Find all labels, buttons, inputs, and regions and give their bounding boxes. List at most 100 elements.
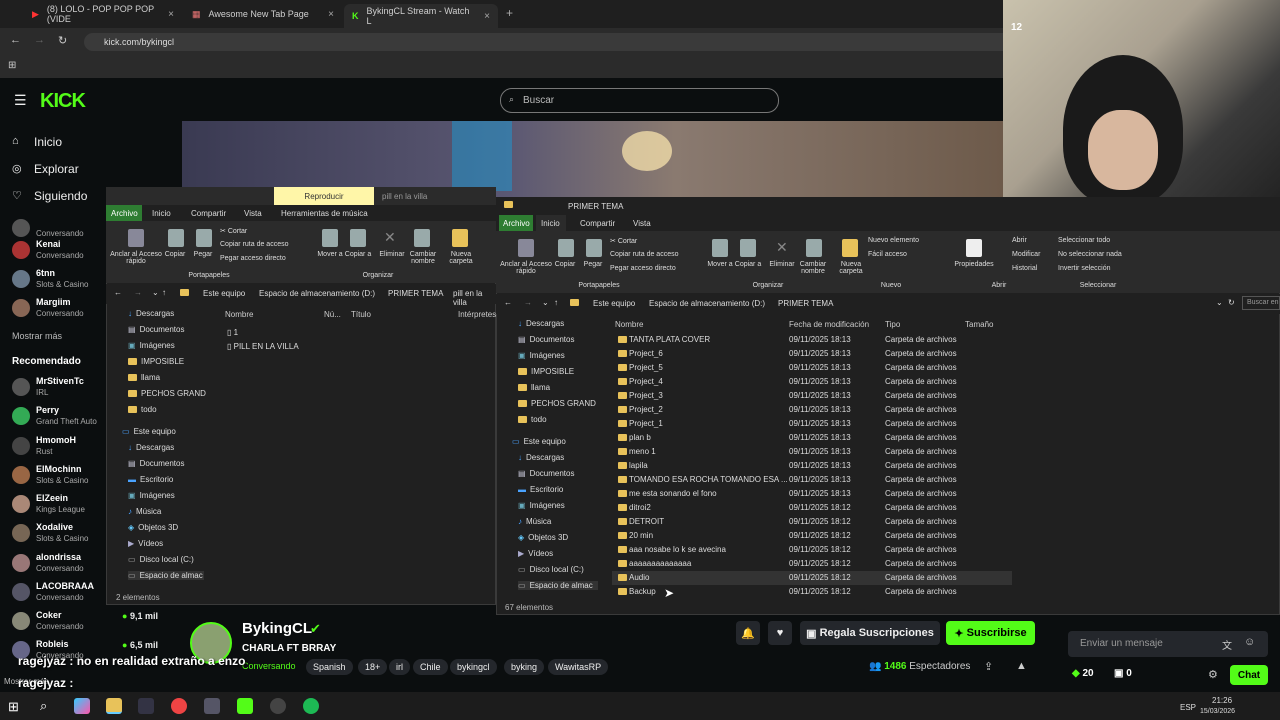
nav-item[interactable]: ▤ Documentos <box>128 325 184 334</box>
new-folder-icon[interactable] <box>842 239 858 257</box>
refresh-icon[interactable]: ↻ <box>1228 298 1235 307</box>
nav-item[interactable]: todo <box>128 405 157 414</box>
nav-item[interactable]: ▣ Imágenes <box>518 501 565 510</box>
copy-icon[interactable] <box>168 229 184 247</box>
forward-icon[interactable]: → <box>34 34 45 46</box>
browser-tab[interactable]: ▶ (8) LOLO - POP POP POP (VIDE × <box>24 4 182 24</box>
column-header[interactable]: Título <box>351 310 371 319</box>
paste-icon[interactable] <box>586 239 602 257</box>
forward-icon[interactable]: → <box>134 288 142 297</box>
open-button[interactable]: Abrir <box>1012 237 1027 244</box>
copy-button[interactable]: Copiar <box>162 251 188 258</box>
breadcrumb-item[interactable]: Este equipo <box>203 289 245 298</box>
report-icon[interactable]: ▲ <box>1016 660 1027 672</box>
copy-to-button[interactable]: Copiar a <box>734 261 762 268</box>
obs-icon[interactable] <box>270 698 286 714</box>
apps-icon[interactable]: ⊞ <box>8 60 16 71</box>
forward-icon[interactable]: → <box>524 298 532 307</box>
file-explorer-icon[interactable] <box>106 698 122 714</box>
points-counter[interactable]: ◆ 20 <box>1072 668 1094 679</box>
file-row[interactable]: Audio 09/11/2025 18:12 Carpeta de archivos <box>612 571 1012 585</box>
select-none-button[interactable]: No seleccionar nada <box>1058 251 1122 258</box>
tab-vista[interactable]: Vista <box>244 205 262 218</box>
nav-item-selected[interactable]: ▭ Espacio de almac <box>518 581 598 590</box>
nav-item[interactable]: ▣ Imágenes <box>128 341 175 350</box>
nav-item[interactable]: ↓ Descargas <box>518 319 564 328</box>
nav-item[interactable]: PECHOS GRAND <box>518 399 596 408</box>
nav-item[interactable]: ◈ Objetos 3D <box>128 523 178 532</box>
copy-button[interactable]: Copiar <box>552 261 578 268</box>
file-row[interactable]: meno 1 09/11/2025 18:13 Carpeta de archivo… <box>612 445 1012 459</box>
copy-path-button[interactable]: Copiar ruta de acceso <box>220 241 288 248</box>
calculator-icon[interactable] <box>138 698 154 714</box>
properties-button[interactable]: Propiedades <box>952 261 996 268</box>
tag[interactable]: WawitasRP <box>548 659 609 675</box>
nav-item[interactable]: ▤ Documentos <box>128 459 184 468</box>
new-folder-button[interactable]: Nueva carpeta <box>836 261 866 275</box>
language-indicator[interactable]: ESP <box>1180 703 1196 712</box>
reload-icon[interactable]: ↻ <box>58 34 67 47</box>
nav-item[interactable]: ▭ Disco local (C:) <box>128 555 194 564</box>
modify-button[interactable]: Modificar <box>1012 251 1040 258</box>
file-row[interactable]: ditroi2 09/11/2025 18:12 Carpeta de archiv… <box>612 501 1012 515</box>
windows-start-icon[interactable]: ⊞ <box>8 699 19 715</box>
file-row[interactable]: TOMANDO ESA ROCHA TOMANDO ESA ... 09/11/2… <box>612 473 1012 487</box>
file-row[interactable]: Project_4 09/11/2025 18:13 Carpeta de arch… <box>612 375 1012 389</box>
cut-button[interactable]: ✂ Cortar <box>220 227 247 235</box>
new-folder-icon[interactable] <box>452 229 468 247</box>
back-icon[interactable]: ← <box>114 288 122 297</box>
tag[interactable]: bykingcl <box>450 659 497 675</box>
show-more-link[interactable]: Mostrar más <box>12 331 62 341</box>
move-button[interactable]: Mover a <box>706 261 734 268</box>
paste-button[interactable]: Pegar <box>190 251 216 258</box>
column-header[interactable]: Fecha de modificación <box>789 320 869 329</box>
file-row[interactable]: Project_5 09/11/2025 18:13 Carpeta de arch… <box>612 361 1012 375</box>
nav-item[interactable]: PECHOS GRAND <box>128 389 206 398</box>
nav-item[interactable]: llama <box>518 383 550 392</box>
nav-item[interactable]: ↓ Descargas <box>128 309 174 318</box>
nav-item[interactable]: ▭ Este equipo <box>122 427 176 436</box>
tag[interactable]: 18+ <box>358 659 388 675</box>
stream-category[interactable]: Conversando <box>242 661 296 671</box>
chevron-down-icon[interactable]: ⌄ <box>1216 298 1223 307</box>
nav-explorar[interactable]: ◎ Explorar <box>12 162 102 176</box>
file-row[interactable]: 20 min 09/11/2025 18:12 Carpeta de archivo… <box>612 529 1012 543</box>
pin-button[interactable]: Anclar al Acceso rápido <box>108 251 164 265</box>
nav-item[interactable]: ▣ Imágenes <box>518 351 565 360</box>
gifts-counter[interactable]: ▣ 0 <box>1114 668 1132 679</box>
file-row[interactable]: aaa nosabe lo k se avecina 09/11/2025 18:… <box>612 543 1012 557</box>
move-button[interactable]: Mover a <box>316 251 344 258</box>
clock-time[interactable]: 21:26 <box>1212 696 1232 705</box>
invert-selection-button[interactable]: Invertir selección <box>1058 265 1111 272</box>
tab-compartir[interactable]: Compartir <box>191 205 226 218</box>
kick-logo[interactable]: KICK <box>40 90 86 113</box>
pin-icon[interactable] <box>128 229 144 247</box>
browser-tab[interactable]: ▦ Awesome New Tab Page × <box>184 4 342 24</box>
file-row[interactable]: Project_3 09/11/2025 18:13 Carpeta de arch… <box>612 389 1012 403</box>
nav-item[interactable]: ▶ Vídeos <box>518 549 553 558</box>
breadcrumb-item[interactable]: pill en la villa <box>453 289 496 307</box>
chat-input[interactable]: Enviar un mensaje <box>1068 631 1268 657</box>
file-row[interactable]: DETROIT 09/11/2025 18:12 Carpeta de archiv… <box>612 515 1012 529</box>
nav-item[interactable]: ♪ Música <box>518 517 551 526</box>
paste-icon[interactable] <box>196 229 212 247</box>
up-icon[interactable]: ↑ <box>162 288 166 297</box>
nav-item[interactable]: IMPOSIBLE <box>518 367 574 376</box>
follow-heart-icon[interactable]: ♥ <box>768 621 792 645</box>
close-icon[interactable]: × <box>328 9 334 20</box>
column-header[interactable]: Nú... <box>324 310 341 319</box>
clock-date[interactable]: 15/03/2026 <box>1200 708 1235 715</box>
nav-item[interactable]: ▭ Este equipo <box>512 437 566 446</box>
gift-subs-button[interactable]: ▣ Regala Suscripciones <box>800 621 940 645</box>
properties-icon[interactable] <box>966 239 982 257</box>
app-icon[interactable] <box>204 698 220 714</box>
spotify-icon[interactable] <box>303 698 319 714</box>
streamer-name[interactable]: BykingCL <box>242 620 312 637</box>
new-folder-button[interactable]: Nueva carpeta <box>446 251 476 265</box>
settings-gear-icon[interactable]: ⚙ <box>1208 668 1218 681</box>
file-row[interactable]: Project_1 09/11/2025 18:13 Carpeta de arch… <box>612 417 1012 431</box>
breadcrumb-item[interactable]: Espacio de almacenamiento (D:) <box>259 289 375 298</box>
chevron-down-icon[interactable]: ⌄ <box>152 288 159 297</box>
back-icon[interactable]: ← <box>504 298 512 307</box>
subscribe-button[interactable]: ✦ Suscribirse <box>946 621 1035 645</box>
